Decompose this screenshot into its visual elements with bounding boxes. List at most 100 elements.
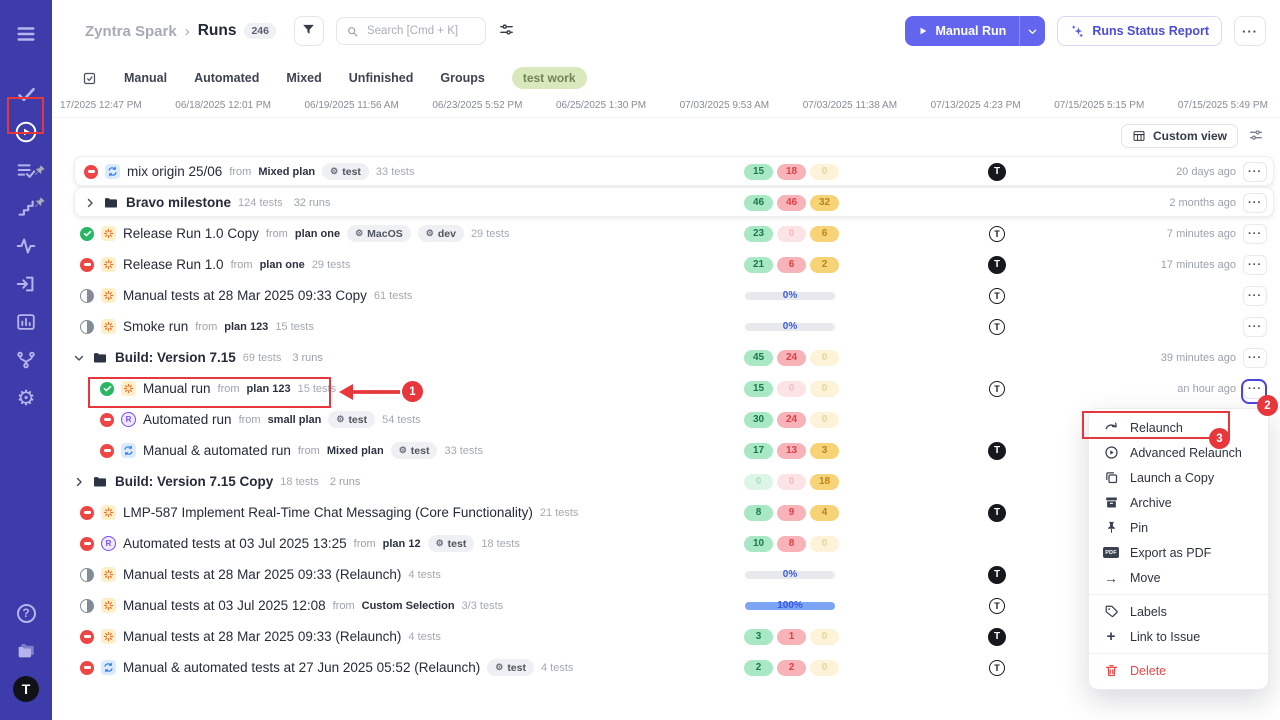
tab-groups[interactable]: Groups	[440, 71, 484, 85]
list-toolbar: Custom view	[52, 118, 1280, 154]
tag-filter-test-work[interactable]: test work	[512, 67, 587, 89]
tag: ⚙MacOS	[347, 225, 411, 242]
activity-icon[interactable]	[7, 227, 45, 265]
run-row[interactable]: Release Run 1.0 Copyfromplan one⚙MacOS⚙d…	[52, 218, 1280, 249]
run-name: Build: Version 7.15	[115, 350, 236, 365]
run-name: Manual run	[143, 381, 211, 396]
menu-item-delete[interactable]: Delete	[1089, 658, 1268, 683]
plan-name[interactable]: plan 12	[383, 538, 421, 550]
from-label: from	[266, 228, 288, 240]
manual-run-dropdown-button[interactable]	[1019, 16, 1045, 46]
updated-time: 39 minutes ago	[1161, 352, 1236, 364]
user-avatar[interactable]: T	[7, 670, 45, 708]
run-row[interactable]: Manual tests at 28 Mar 2025 09:33 Copy61…	[52, 280, 1280, 311]
assignee-avatar: T	[989, 319, 1005, 335]
menu-item-labels[interactable]: Labels	[1089, 599, 1268, 624]
breadcrumb-project[interactable]: Zyntra Spark	[85, 23, 177, 40]
chevron-right-icon[interactable]	[84, 197, 96, 209]
result-badge: 23	[744, 226, 773, 242]
run-group-row[interactable]: Build: Version 7.1569 tests3 runs4524039…	[52, 342, 1280, 373]
run-type-manual-icon	[101, 288, 116, 303]
filter-button[interactable]	[294, 16, 324, 46]
result-badge: 15	[744, 381, 773, 397]
run-type-mixed-icon	[105, 164, 120, 179]
run-type-manual-icon	[101, 629, 116, 644]
result-badges: 17133	[744, 443, 839, 459]
tab-automated[interactable]: Automated	[194, 71, 259, 85]
tab-manual[interactable]: Manual	[124, 71, 167, 85]
menu-divider	[1089, 594, 1268, 595]
plan-name[interactable]: Custom Selection	[362, 600, 455, 612]
plan-name[interactable]: plan one	[295, 228, 340, 240]
tests-count: 69 tests	[243, 352, 282, 364]
result-badge: 0	[810, 412, 839, 428]
tests-count: 61 tests	[374, 290, 413, 302]
folder-icon	[92, 474, 108, 490]
display-settings-button[interactable]	[1248, 127, 1264, 146]
menu-item-link-to-issue[interactable]: +Link to Issue	[1089, 624, 1268, 649]
run-name: mix origin 25/06	[127, 164, 222, 179]
chevron-right-icon[interactable]	[73, 476, 85, 488]
row-menu-button[interactable]: ···	[1243, 255, 1267, 275]
menu-item-move[interactable]: →Move	[1089, 565, 1268, 590]
manual-run-split-button: Manual Run	[905, 16, 1045, 46]
menu-icon[interactable]	[7, 15, 45, 53]
tasks-icon[interactable]	[7, 75, 45, 113]
run-row[interactable]: mix origin 25/06fromMixed plan⚙test33 te…	[52, 156, 1280, 187]
run-type-automated-icon: R	[101, 536, 116, 551]
status-stopped-icon	[80, 661, 94, 675]
chevron-down-icon[interactable]	[73, 352, 85, 364]
runs-status-report-button[interactable]: Runs Status Report	[1057, 16, 1222, 46]
runs-count-badge: 246	[244, 23, 276, 39]
menu-item-pin[interactable]: Pin	[1089, 515, 1268, 540]
search-input[interactable]	[365, 24, 475, 38]
run-row[interactable]: Smoke runfromplan 12315 tests0%T···	[52, 311, 1280, 342]
sidebar-top-nav: ⚙	[7, 15, 45, 417]
projects-icon[interactable]	[7, 632, 45, 670]
search-icon	[346, 25, 359, 38]
menu-item-archive[interactable]: Archive	[1089, 490, 1268, 515]
reports-icon[interactable]	[7, 303, 45, 341]
status-progress-icon	[80, 599, 94, 613]
search-settings-button[interactable]	[498, 21, 515, 41]
from-label: from	[195, 321, 217, 333]
plan-name[interactable]: plan one	[260, 259, 305, 271]
run-type-manual-icon	[121, 381, 136, 396]
menu-item-relaunch[interactable]: Relaunch	[1089, 415, 1268, 440]
run-row[interactable]: Release Run 1.0fromplan one29 tests2162T…	[52, 249, 1280, 280]
settings-icon[interactable]: ⚙	[7, 379, 45, 417]
select-runs-icon[interactable]	[82, 71, 97, 86]
help-icon[interactable]: ?	[7, 594, 45, 632]
menu-item-launch-a-copy[interactable]: Launch a Copy	[1089, 465, 1268, 490]
row-menu-button[interactable]: ···	[1243, 193, 1267, 213]
plan-name[interactable]: plan 123	[247, 383, 291, 395]
sliders-icon	[498, 21, 515, 41]
run-context-menu: RelaunchAdvanced RelaunchLaunch a CopyAr…	[1088, 408, 1269, 690]
branch-icon[interactable]	[7, 341, 45, 379]
plan-name[interactable]: Mixed plan	[258, 166, 315, 178]
row-menu-button[interactable]: ···	[1243, 379, 1267, 399]
tab-mixed[interactable]: Mixed	[286, 71, 321, 85]
header-more-button[interactable]: ···	[1234, 16, 1266, 46]
plan-name[interactable]: Mixed plan	[327, 445, 384, 457]
sign-in-icon[interactable]	[7, 265, 45, 303]
row-menu-button[interactable]: ···	[1243, 286, 1267, 306]
plan-name[interactable]: small plan	[268, 414, 322, 426]
manual-run-button[interactable]: Manual Run	[905, 16, 1019, 46]
menu-item-export-as-pdf[interactable]: PDFExport as PDF	[1089, 540, 1268, 565]
plan-name[interactable]: plan 123	[224, 321, 268, 333]
tab-unfinished[interactable]: Unfinished	[349, 71, 414, 85]
result-badges: 30240	[744, 412, 839, 428]
row-menu-button[interactable]: ···	[1243, 224, 1267, 244]
assignee-avatar: T	[988, 163, 1006, 181]
run-group-row[interactable]: Bravo milestone124 tests32 runs4646322 m…	[52, 187, 1280, 218]
row-menu-button[interactable]: ···	[1243, 348, 1267, 368]
menu-item-advanced-relaunch[interactable]: Advanced Relaunch	[1089, 440, 1268, 465]
status-stopped-icon	[84, 165, 98, 179]
runs-icon[interactable]	[7, 113, 45, 151]
run-row[interactable]: Manual runfromplan 12315 tests1500Tan ho…	[52, 373, 1280, 404]
chevron-down-icon	[1027, 26, 1038, 37]
row-menu-button[interactable]: ···	[1243, 162, 1267, 182]
row-menu-button[interactable]: ···	[1243, 317, 1267, 337]
custom-view-button[interactable]: Custom view	[1121, 124, 1238, 148]
